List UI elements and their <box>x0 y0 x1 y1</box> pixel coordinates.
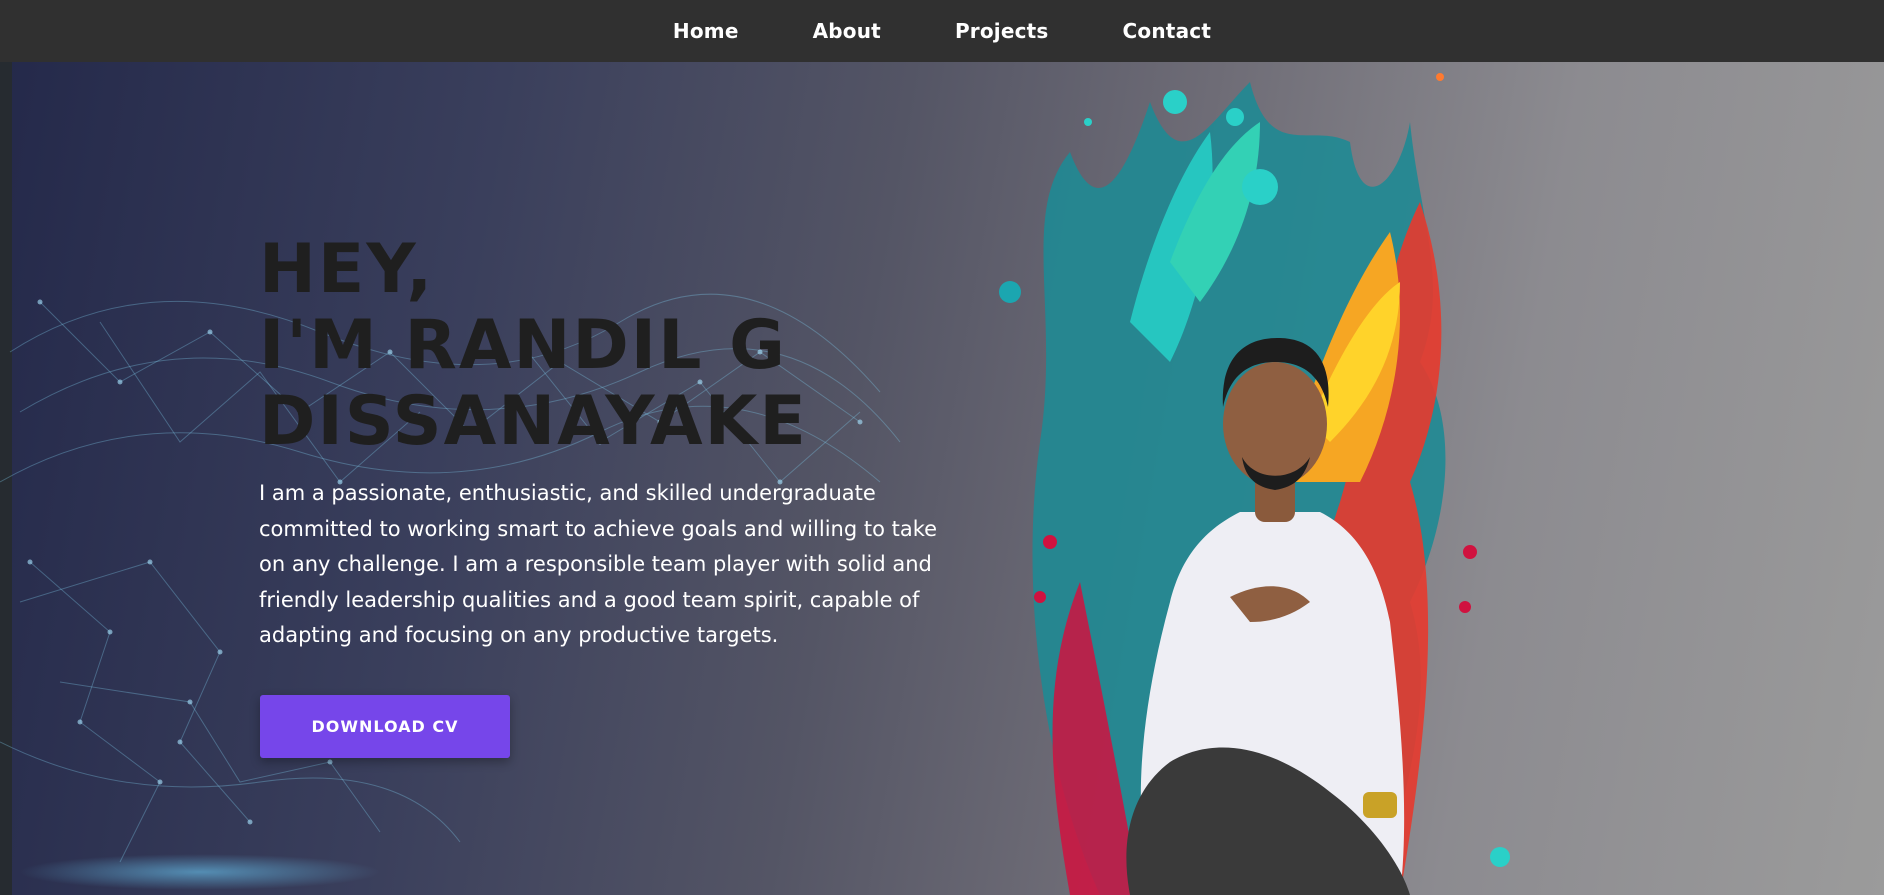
top-navbar: Home About Projects Contact <box>0 0 1884 62</box>
hero-heading-line-2: I'M RANDIL G <box>259 306 787 385</box>
nav-about-link[interactable]: About <box>813 19 881 43</box>
hero-section: HEY, I'M RANDIL G DISSANAYAKE I am a pas… <box>0 62 1884 895</box>
hero-heading: HEY, I'M RANDIL G DISSANAYAKE <box>259 232 808 460</box>
hero-description: I am a passionate, enthusiastic, and ski… <box>259 481 938 647</box>
download-cv-button[interactable]: DOWNLOAD CV <box>260 695 510 758</box>
nav-home-link[interactable]: Home <box>673 19 739 43</box>
nav-projects-link[interactable]: Projects <box>955 19 1049 43</box>
nav-contact-link[interactable]: Contact <box>1123 19 1212 43</box>
hero-heading-line-3: DISSANAYAKE <box>259 382 808 461</box>
hero-heading-line-1: HEY, <box>259 230 435 309</box>
portrait-image <box>999 73 1510 895</box>
